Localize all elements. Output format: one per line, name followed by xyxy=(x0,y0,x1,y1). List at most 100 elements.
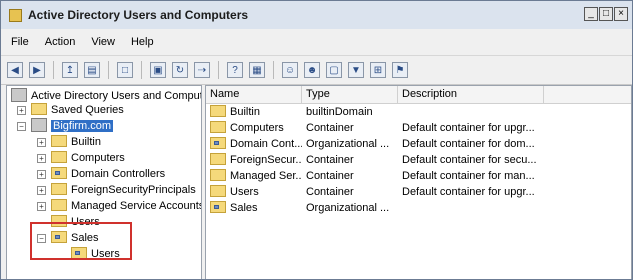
tree-label: Computers xyxy=(71,152,125,164)
highlight-box xyxy=(30,222,132,260)
list-view-icon[interactable]: ▦ xyxy=(249,62,265,78)
tree-item-foreign-security[interactable]: ForeignSecurityPrincipals xyxy=(51,182,196,198)
new-ou-icon[interactable]: ▢ xyxy=(326,62,342,78)
description-cell: Default container for secu... xyxy=(402,154,537,166)
name-cell: Domain Cont... xyxy=(210,136,302,152)
menu-bar: File Action View Help xyxy=(1,31,632,53)
tree-item-builtin[interactable]: Builtin xyxy=(51,134,101,150)
export-list-icon[interactable]: ⇢ xyxy=(194,62,210,78)
new-user-icon[interactable]: ☺ xyxy=(282,62,298,78)
console-tree-icon[interactable]: ▤ xyxy=(84,62,100,78)
name-cell: Builtin xyxy=(210,104,302,120)
add-to-group-icon[interactable]: ⊞ xyxy=(370,62,386,78)
tree-root-label: Active Directory Users and Comput xyxy=(31,90,202,102)
row-name: ForeignSecur... xyxy=(230,154,302,166)
maximize-button[interactable]: □ xyxy=(599,7,613,21)
type-cell: Container xyxy=(306,186,354,198)
table-row[interactable]: Managed Ser... Container Default contain… xyxy=(206,168,631,184)
tree-item-domain-controllers[interactable]: Domain Controllers xyxy=(51,166,165,182)
minimize-button[interactable]: _ xyxy=(584,7,598,21)
toolbar-separator xyxy=(273,61,274,79)
back-arrow-icon[interactable]: ◀ xyxy=(7,62,23,78)
toolbar: ◀ ▶ ↥ ▤ □ ▣ ↻ ⇢ ? ▦ ☺ ☻ ▢ ▼ ⊞ ⚑ xyxy=(1,55,632,85)
description-cell xyxy=(402,200,552,216)
window-title: Active Directory Users and Computers xyxy=(28,8,249,22)
type-cell: Container xyxy=(306,170,354,182)
properties-icon[interactable]: □ xyxy=(117,62,133,78)
menu-view[interactable]: View xyxy=(91,36,115,48)
list-header: Name Type Description xyxy=(206,86,631,104)
tree-item-bigfirm[interactable]: Bigfirm.com xyxy=(31,118,114,134)
folder-icon xyxy=(51,183,67,195)
type-cell: Organizational ... xyxy=(306,138,390,150)
ad-app-icon xyxy=(9,8,22,22)
toolbar-separator xyxy=(141,61,142,79)
folder-icon xyxy=(51,151,67,163)
copy-icon[interactable]: ▣ xyxy=(150,62,166,78)
table-row[interactable]: Users Container Default container for up… xyxy=(206,184,631,200)
folder-icon xyxy=(210,153,226,165)
details-list[interactable]: Name Type Description Builtin builtinDom… xyxy=(205,85,632,279)
help-icon[interactable]: ? xyxy=(227,62,243,78)
ou-icon xyxy=(210,137,226,149)
description-cell xyxy=(402,104,552,120)
column-header-description[interactable]: Description xyxy=(398,86,544,103)
tree-item-computers[interactable]: Computers xyxy=(51,150,125,166)
menu-file[interactable]: File xyxy=(11,36,29,48)
folder-icon xyxy=(210,169,226,181)
toolbar-separator xyxy=(108,61,109,79)
folder-icon xyxy=(210,105,226,117)
close-button[interactable]: × xyxy=(614,7,628,21)
refresh-icon[interactable]: ↻ xyxy=(172,62,188,78)
expand-icon[interactable]: + xyxy=(37,170,46,179)
window-controls: _ □ × xyxy=(583,7,628,21)
column-header-name[interactable]: Name xyxy=(206,86,302,103)
tree-item-managed-service[interactable]: Managed Service Accounts xyxy=(51,198,202,214)
expand-icon[interactable]: + xyxy=(17,106,26,115)
type-cell: Container xyxy=(306,122,354,134)
toolbar-separator xyxy=(218,61,219,79)
forward-arrow-icon[interactable]: ▶ xyxy=(29,62,45,78)
domain-icon xyxy=(31,118,47,132)
tree-label: Domain Controllers xyxy=(71,168,166,180)
row-name: Sales xyxy=(230,202,258,214)
tree-item-saved-queries[interactable]: Saved Queries xyxy=(31,102,124,118)
expand-icon[interactable]: + xyxy=(37,138,46,147)
table-row[interactable]: ForeignSecur... Container Default contai… xyxy=(206,152,631,168)
table-row[interactable]: Builtin builtinDomain xyxy=(206,104,631,120)
folder-icon xyxy=(210,185,226,197)
name-cell: Users xyxy=(210,184,302,200)
up-folder-icon[interactable]: ↥ xyxy=(62,62,78,78)
row-name: Managed Ser... xyxy=(230,170,302,182)
adu-window: Active Directory Users and Computers _ □… xyxy=(0,0,633,280)
menu-help[interactable]: Help xyxy=(131,36,154,48)
row-name: Users xyxy=(230,186,259,198)
toolbar-separator xyxy=(53,61,54,79)
delegate-control-icon[interactable]: ⚑ xyxy=(392,62,408,78)
column-header-type[interactable]: Type xyxy=(302,86,398,103)
row-name: Builtin xyxy=(230,106,260,118)
name-cell: ForeignSecur... xyxy=(210,152,302,168)
new-group-icon[interactable]: ☻ xyxy=(304,62,320,78)
expand-icon[interactable]: + xyxy=(37,186,46,195)
ou-icon xyxy=(210,201,226,213)
description-cell: Default container for upgr... xyxy=(402,186,535,198)
ou-icon xyxy=(51,167,67,179)
row-name: Domain Cont... xyxy=(230,138,302,150)
folder-icon xyxy=(51,135,67,147)
name-cell: Computers xyxy=(210,120,302,136)
tree-label: Managed Service Accounts xyxy=(71,200,202,212)
expand-icon[interactable]: + xyxy=(37,154,46,163)
collapse-icon[interactable]: − xyxy=(17,122,26,131)
column-header-filler xyxy=(544,86,631,103)
menu-action[interactable]: Action xyxy=(45,36,76,48)
expand-icon[interactable]: + xyxy=(37,202,46,211)
filter-icon[interactable]: ▼ xyxy=(348,62,364,78)
table-row[interactable]: Computers Container Default container fo… xyxy=(206,120,631,136)
description-cell: Default container for upgr... xyxy=(402,122,535,134)
table-row[interactable]: Sales Organizational ... xyxy=(206,200,631,216)
tree-label: ForeignSecurityPrincipals xyxy=(71,184,196,196)
tree-label: Builtin xyxy=(71,136,101,148)
table-row[interactable]: Domain Cont... Organizational ... Defaul… xyxy=(206,136,631,152)
name-cell: Managed Ser... xyxy=(210,168,302,184)
